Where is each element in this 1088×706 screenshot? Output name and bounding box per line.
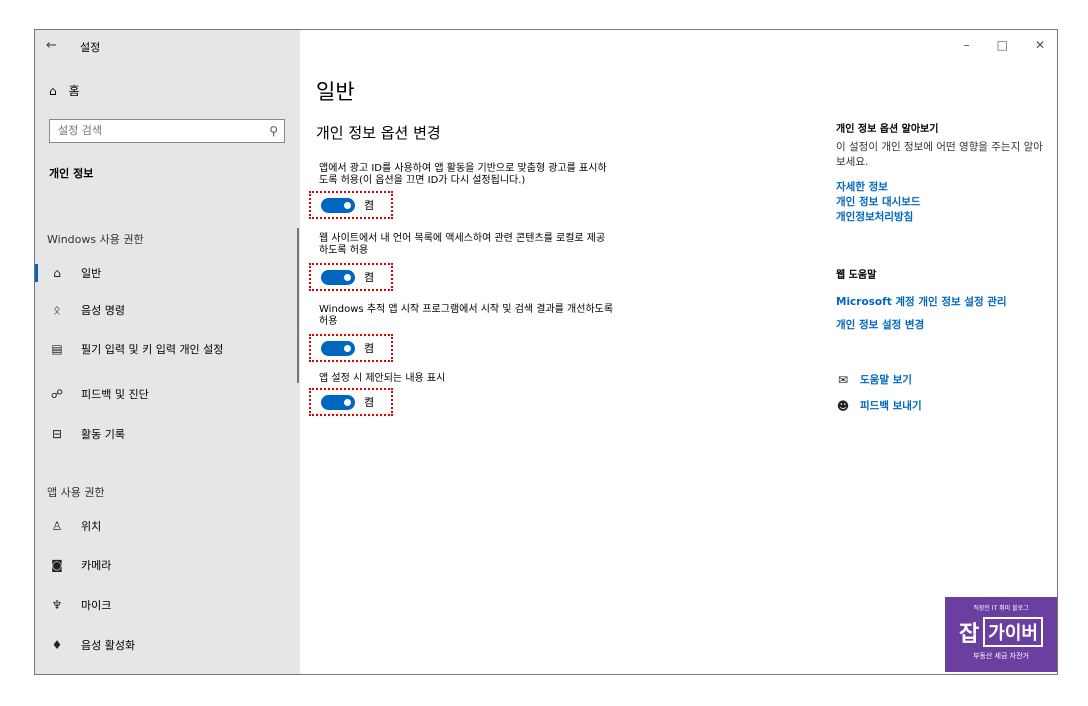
home-icon: ⌂ (49, 83, 57, 98)
web-help-title: 웹 도움말 (836, 270, 877, 281)
toggle-switch[interactable] (321, 340, 355, 356)
sidebar-item-voice-activation[interactable]: ♦ 음성 활성화 (35, 630, 300, 660)
learn-description: 이 설정이 개인 정보에 어떤 영향을 주는지 알아보세요. (836, 141, 1043, 168)
history-icon: ⊟ (51, 427, 63, 441)
sidebar-item-feedback[interactable]: ☍ 피드백 및 진단 (35, 379, 300, 409)
get-help-link[interactable]: ✉ 도움말 보기 (836, 372, 912, 387)
speech-icon: ᛟ (53, 303, 61, 317)
sidebar-item-inking[interactable]: ▤ 필기 입력 및 키 입력 개인 설정 (35, 334, 300, 364)
toggle-ad-id[interactable]: 켬 (309, 191, 393, 219)
option-description: 앱에서 광고 ID를 사용하여 앱 활동을 기반으로 맞춤형 광고를 표시하 도… (319, 163, 699, 187)
option-description: Windows 추적 앱 시작 프로그램에서 시작 및 검색 결과를 개선하도록… (319, 304, 699, 328)
send-feedback-label: 피드백 보내기 (860, 400, 922, 412)
app-permissions-heading: 앱 사용 권한 (47, 486, 105, 499)
toggle-language-list[interactable]: 켬 (309, 263, 393, 291)
watermark-top-text: 직장인 IT 취미 블로그 (973, 605, 1029, 612)
notepad-icon: ▤ (51, 342, 63, 356)
send-feedback-link[interactable]: ☻ 피드백 보내기 (836, 398, 922, 413)
watermark-main: 잡 가이버 (945, 616, 1057, 648)
privacy-dashboard-link[interactable]: 개인 정보 대시보드 (836, 194, 921, 209)
sidebar-item-location[interactable]: ♙ 위치 (35, 511, 300, 541)
window-controls: – □ ✕ (964, 38, 1045, 52)
toggle-app-launch-tracking[interactable]: 켬 (309, 334, 393, 362)
voice-activation-icon: ♦ (51, 638, 63, 652)
sidebar-item-label: 피드백 및 진단 (81, 388, 149, 401)
sidebar-item-general[interactable]: ⌂ 일반 (35, 258, 300, 288)
category-title: 개인 정보 (49, 167, 94, 180)
watermark-bottom-text: 부동산 세금 자전거 (973, 652, 1029, 660)
watermark-big-char: 잡 (959, 622, 980, 647)
sidebar-item-label: 일반 (81, 267, 102, 280)
option-line: 허용 (319, 316, 338, 327)
toggle-knob (344, 201, 351, 209)
sidebar-scrollbar[interactable] (297, 228, 299, 383)
option-line: 앱에서 광고 ID를 사용하여 앱 활동을 기반으로 맞춤형 광고를 표시하 (319, 163, 607, 174)
sidebar-item-label: 활동 기록 (81, 428, 125, 441)
sidebar-item-label: 음성 명령 (81, 304, 125, 317)
toggle-state-label: 켬 (364, 199, 375, 212)
toggle-state-label: 켬 (364, 342, 375, 355)
location-icon: ♙ (51, 519, 63, 533)
sidebar-item-label: 음성 활성화 (81, 639, 136, 652)
sidebar-item-speech[interactable]: ᛟ 음성 명령 (35, 295, 300, 325)
toggle-switch[interactable] (321, 197, 355, 213)
home-nav[interactable]: ⌂ 홈 (49, 82, 80, 99)
sidebar-item-label: 필기 입력 및 키 입력 개인 설정 (81, 343, 224, 356)
help-chat-icon: ✉ (837, 372, 849, 387)
option-line: 하도록 허용 (319, 245, 369, 256)
camera-icon: ◙ (51, 558, 63, 572)
window-title: 설정 (80, 41, 101, 54)
minimize-icon[interactable]: – (964, 38, 970, 52)
watermark-big-word: 가이버 (983, 617, 1043, 647)
toggle-switch[interactable] (321, 269, 355, 285)
sidebar: ← 설정 ⌂ 홈 ⚲ 개인 정보 Windows 사용 권한 ⌂ 일반 ᛟ 음성… (35, 30, 300, 674)
search-icon[interactable]: ⚲ (269, 124, 278, 138)
sidebar-item-microphone[interactable]: ♆ 마이크 (35, 590, 300, 620)
toggle-state-label: 켬 (364, 271, 375, 284)
microphone-icon: ♆ (51, 598, 63, 612)
search-box[interactable]: ⚲ (49, 119, 285, 143)
get-help-label: 도움말 보기 (860, 374, 912, 386)
windows-permissions-heading: Windows 사용 권한 (47, 233, 144, 246)
more-info-link[interactable]: 자세한 정보 (836, 179, 888, 194)
sidebar-item-label: 카메라 (81, 559, 112, 572)
change-privacy-settings-link[interactable]: 개인 정보 설정 변경 (836, 317, 924, 332)
toggle-knob (344, 398, 351, 406)
option-line: 도록 허용(이 옵션을 끄면 ID가 다시 설정됩니다.) (319, 175, 526, 186)
option-line: 웹 사이트에서 내 언어 목록에 액세스하여 관련 콘텐츠를 로컬로 제공 (319, 233, 606, 244)
page-title: 일반 (316, 80, 355, 104)
close-icon[interactable]: ✕ (1035, 38, 1045, 52)
option-description: 웹 사이트에서 내 언어 목록에 액세스하여 관련 콘텐츠를 로컬로 제공 하도… (319, 233, 699, 257)
option-line: 앱 설정 시 제안되는 내용 표시 (319, 373, 446, 384)
home-label: 홈 (68, 84, 80, 98)
sidebar-item-activity[interactable]: ⊟ 활동 기록 (35, 419, 300, 449)
feedback-icon: ☍ (50, 387, 64, 401)
toggle-knob (344, 344, 351, 352)
option-line: Windows 추적 앱 시작 프로그램에서 시작 및 검색 결과를 개선하도록 (319, 304, 614, 315)
sidebar-item-camera[interactable]: ◙ 카메라 (35, 550, 300, 580)
blog-watermark-logo: 직장인 IT 취미 블로그 잡 가이버 부동산 세금 자전거 (945, 597, 1057, 672)
sidebar-item-label: 마이크 (81, 599, 112, 612)
lock-icon: ⌂ (53, 266, 61, 280)
toggle-state-label: 켬 (364, 396, 375, 409)
option-description: 앱 설정 시 제안되는 내용 표시 (319, 373, 699, 385)
privacy-policy-link[interactable]: 개인정보처리방침 (836, 209, 913, 224)
feedback-person-icon: ☻ (836, 398, 850, 413)
sidebar-item-label: 위치 (81, 520, 102, 533)
back-arrow-icon[interactable]: ← (46, 38, 57, 53)
toggle-switch[interactable] (321, 394, 355, 410)
toggle-knob (344, 273, 351, 281)
settings-window: ← 설정 ⌂ 홈 ⚲ 개인 정보 Windows 사용 권한 ⌂ 일반 ᛟ 음성… (34, 29, 1058, 675)
section-title: 개인 정보 옵션 변경 (316, 124, 441, 142)
manage-microsoft-account-link[interactable]: Microsoft 계정 개인 정보 설정 관리 (836, 294, 1007, 309)
learn-title: 개인 정보 옵션 알아보기 (836, 124, 939, 135)
search-input[interactable] (50, 120, 266, 141)
maximize-icon[interactable]: □ (997, 38, 1008, 52)
toggle-suggested-content[interactable]: 켬 (309, 388, 393, 416)
